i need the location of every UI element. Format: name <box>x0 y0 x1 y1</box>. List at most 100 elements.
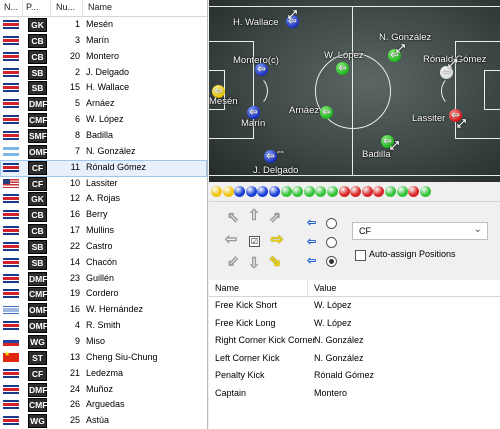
flag-icon <box>3 83 19 93</box>
set-piece-name: Free Kick Long <box>215 317 276 328</box>
position-badge: GK <box>28 18 47 32</box>
color-ball[interactable] <box>269 186 280 197</box>
player-label: N. González <box>379 32 432 43</box>
set-piece-table: Name Value Free Kick Short W. López Free K… <box>209 280 500 429</box>
color-ball[interactable] <box>350 186 362 197</box>
position-badge: CB <box>28 208 47 223</box>
color-ball[interactable] <box>419 186 431 197</box>
move-arrows-icon: ⇔ <box>275 146 286 158</box>
move-arrows-icon: ⤢ <box>288 9 297 21</box>
flag-icon <box>3 115 19 125</box>
shirt-number: 21 <box>69 367 80 378</box>
player-name: Castro <box>86 240 113 251</box>
shirt-number: 11 <box>70 161 80 172</box>
arrow-down-icon[interactable]: ⇩ <box>246 256 262 272</box>
flag-icon <box>3 368 19 378</box>
arrow-up-left-icon[interactable]: ⇖ <box>225 210 241 226</box>
mentality-radio-2[interactable] <box>326 237 337 248</box>
position-badge: ST <box>28 350 47 365</box>
center-checkbox[interactable]: ☑ <box>249 236 260 247</box>
color-ball[interactable] <box>361 186 373 197</box>
color-ball[interactable] <box>280 186 292 197</box>
shirt-number: 2 <box>74 66 80 77</box>
shirt-number: 8 <box>74 129 80 140</box>
flag-icon <box>3 384 19 394</box>
set-piece-row[interactable]: Free Kick Long W. López <box>209 315 500 332</box>
shirt-number: 3 <box>74 34 80 45</box>
mentality-radio-3[interactable] <box>326 256 337 267</box>
set-piece-row[interactable]: Captain Montero <box>209 385 500 402</box>
position-select[interactable]: CF ⌄ <box>352 222 488 240</box>
column-header-name[interactable]: Name <box>88 2 112 12</box>
color-ball[interactable] <box>211 186 222 197</box>
arrow-down-right-icon[interactable]: ⇘ <box>267 254 283 270</box>
auto-assign-checkbox[interactable] <box>355 250 366 261</box>
flag-icon <box>3 226 19 236</box>
arrow-down-left-icon[interactable]: ⇙ <box>225 254 241 270</box>
shirt-number: 20 <box>69 50 80 61</box>
set-piece-taker[interactable]: N. González <box>314 335 364 345</box>
set-piece-taker[interactable]: Rónald Gómez <box>314 370 374 380</box>
column-header-nationality[interactable]: N... <box>4 2 18 12</box>
table-row[interactable]: WG 25 Astúa <box>0 413 207 429</box>
set-piece-row[interactable]: Free Kick Short W. López <box>209 297 500 314</box>
arrow-right-icon[interactable]: ⇨ <box>269 232 285 248</box>
color-ball[interactable] <box>396 186 408 197</box>
player-marker[interactable]: ⇦ <box>320 106 333 119</box>
player-marker[interactable]: ⇦ <box>336 62 349 75</box>
right-goal-box <box>484 70 500 110</box>
set-piece-taker[interactable]: W. López <box>314 300 352 310</box>
shirt-number: 4 <box>74 320 80 331</box>
player-name: Arnáez <box>86 98 115 109</box>
column-header-number[interactable]: Nu... <box>56 2 75 12</box>
position-badge: CF <box>28 160 47 175</box>
set-piece-row[interactable]: Right Corner Kick Corner N. González <box>209 332 500 349</box>
position-badge: SB <box>28 65 47 80</box>
squad-list-header: N... P... Nu... Name <box>0 0 207 17</box>
set-piece-name: Left Corner Kick <box>215 352 280 363</box>
shirt-number: 16 <box>69 209 80 220</box>
position-badge: CB <box>28 33 47 48</box>
column-header-value[interactable]: Value <box>314 283 336 293</box>
player-name: Astúa <box>86 415 110 426</box>
position-badge: CMF <box>28 113 48 128</box>
color-ball[interactable] <box>327 186 338 197</box>
auto-assign-label: Auto-assign Positions <box>369 249 456 259</box>
color-ball[interactable] <box>385 186 396 197</box>
set-piece-taker[interactable]: W. López <box>314 318 352 328</box>
mentality-radio-1[interactable] <box>326 218 337 229</box>
player-name: Montero <box>86 50 120 61</box>
position-select-value: CF <box>359 226 371 236</box>
player-color-strip <box>209 183 500 201</box>
arrow-left-icon[interactable]: ⇦ <box>223 232 239 248</box>
color-ball[interactable] <box>222 186 234 197</box>
set-piece-name: Free Kick Short <box>215 300 278 310</box>
color-ball[interactable] <box>303 186 315 197</box>
position-badge: SB <box>28 255 47 270</box>
flag-icon <box>3 305 19 315</box>
set-piece-row[interactable]: Left Corner Kick N. González <box>209 350 500 367</box>
set-piece-row[interactable]: Penalty Kick Rónald Gómez <box>209 367 500 384</box>
color-ball[interactable] <box>292 186 304 197</box>
column-header-name[interactable]: Name <box>215 283 239 293</box>
color-ball[interactable] <box>315 186 327 197</box>
arrow-up-icon[interactable]: ⇧ <box>246 208 262 224</box>
set-piece-taker[interactable]: N. González <box>314 353 364 363</box>
column-header-position[interactable]: P... <box>26 2 38 12</box>
color-ball[interactable] <box>408 186 420 197</box>
player-label: J. Delgado <box>253 165 299 176</box>
color-ball[interactable] <box>234 186 246 197</box>
flag-icon <box>3 146 19 156</box>
set-piece-taker[interactable]: Montero <box>314 388 347 398</box>
arrow-up-right-icon[interactable]: ⇗ <box>267 210 283 226</box>
shirt-number: 15 <box>69 82 80 93</box>
color-ball[interactable] <box>257 186 269 197</box>
formation-pitch[interactable]: ⇦ H. Wallace ⤢ ⇦ N. González ⤢ ⇦ W. Lópe… <box>209 0 500 182</box>
left-penalty-arc <box>242 76 268 106</box>
color-ball[interactable] <box>373 186 385 197</box>
color-ball[interactable] <box>245 186 257 197</box>
color-ball[interactable] <box>338 186 350 197</box>
player-name: Badilla <box>86 129 114 140</box>
shirt-number: 16 <box>69 304 80 315</box>
shirt-number: 7 <box>74 145 80 156</box>
